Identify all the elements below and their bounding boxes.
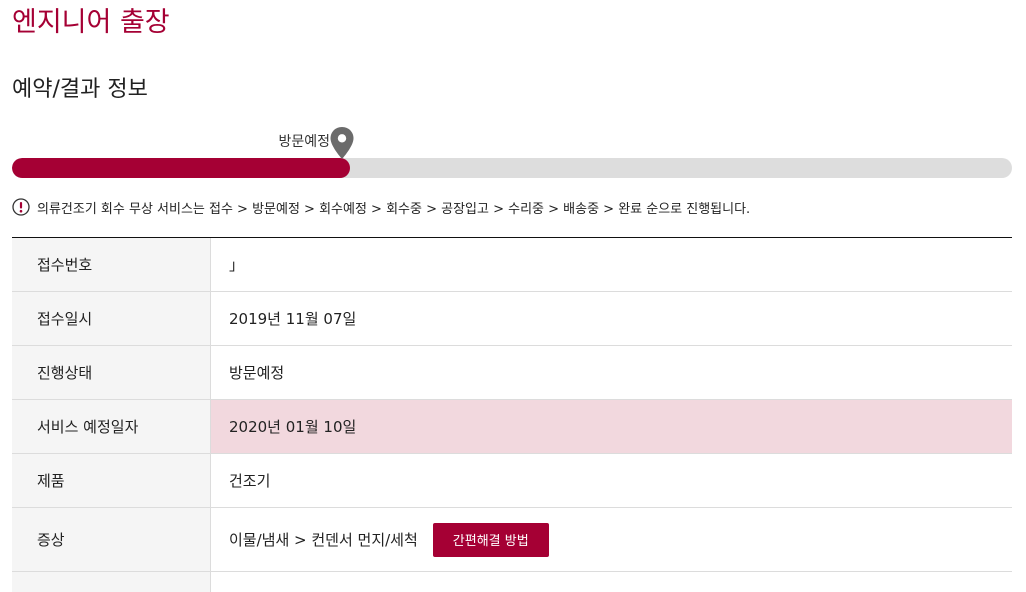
location-pin-icon [330,127,354,159]
progress-track [12,158,1012,178]
section-title: 예약/결과 정보 [12,77,148,102]
table-row-product: 제품 건조기 [12,454,1012,508]
progress-status-value: 방문예정 [229,364,285,382]
row-label: 증상 [12,508,211,571]
reservation-info-table: 접수번호 」 접수일시 2019년 11월 07일 진행상태 방문예정 서비스 … [12,237,1012,592]
service-notice: 의류건조기 회수 무상 서비스는 접수 > 방문예정 > 회수예정 > 회수중 … [12,196,750,218]
row-value-cell [211,572,1012,592]
row-label: 접수번호 [12,238,211,291]
table-row-receipt-number: 접수번호 」 [12,238,1012,292]
row-label: 서비스 예정일자 [12,400,211,453]
row-value-cell: 건조기 [211,454,1012,507]
exclamation-icon [12,198,30,216]
row-value-cell: 2020년 01월 10일 [211,400,1012,453]
row-label [12,572,211,592]
symptom-value: 이물/냄새 > 컨덴서 먼지/세척 [229,531,418,549]
row-label: 제품 [12,454,211,507]
table-row-symptom: 증상 이물/냄새 > 컨덴서 먼지/세척 간편해결 방법 [12,508,1012,572]
notice-text: 의류건조기 회수 무상 서비스는 접수 > 방문예정 > 회수예정 > 회수중 … [37,201,751,217]
service-date-value: 2020년 01월 10일 [229,418,357,436]
row-value-cell: 이물/냄새 > 컨덴서 먼지/세척 간편해결 방법 [211,508,1012,571]
progress-stepper: 방문예정 [12,126,1012,182]
row-value-cell: 」 [211,238,1012,291]
receipt-number-value: 」 [229,256,245,274]
receipt-date-value: 2019년 11월 07일 [229,310,357,328]
table-row-progress-status: 진행상태 방문예정 [12,346,1012,400]
progress-fill [12,158,350,178]
table-row-receipt-date: 접수일시 2019년 11월 07일 [12,292,1012,346]
progress-status-label: 방문예정 [278,134,330,150]
table-row-service-date: 서비스 예정일자 2020년 01월 10일 [12,400,1012,454]
table-row-partial [12,572,1012,592]
product-value: 건조기 [229,472,271,490]
row-value-cell: 2019년 11월 07일 [211,292,1012,345]
row-value-cell: 방문예정 [211,346,1012,399]
quick-fix-button[interactable]: 간편해결 방법 [432,522,549,557]
row-label: 진행상태 [12,346,211,399]
row-label: 접수일시 [12,292,211,345]
page-title: 엔지니어 출장 [12,7,170,38]
